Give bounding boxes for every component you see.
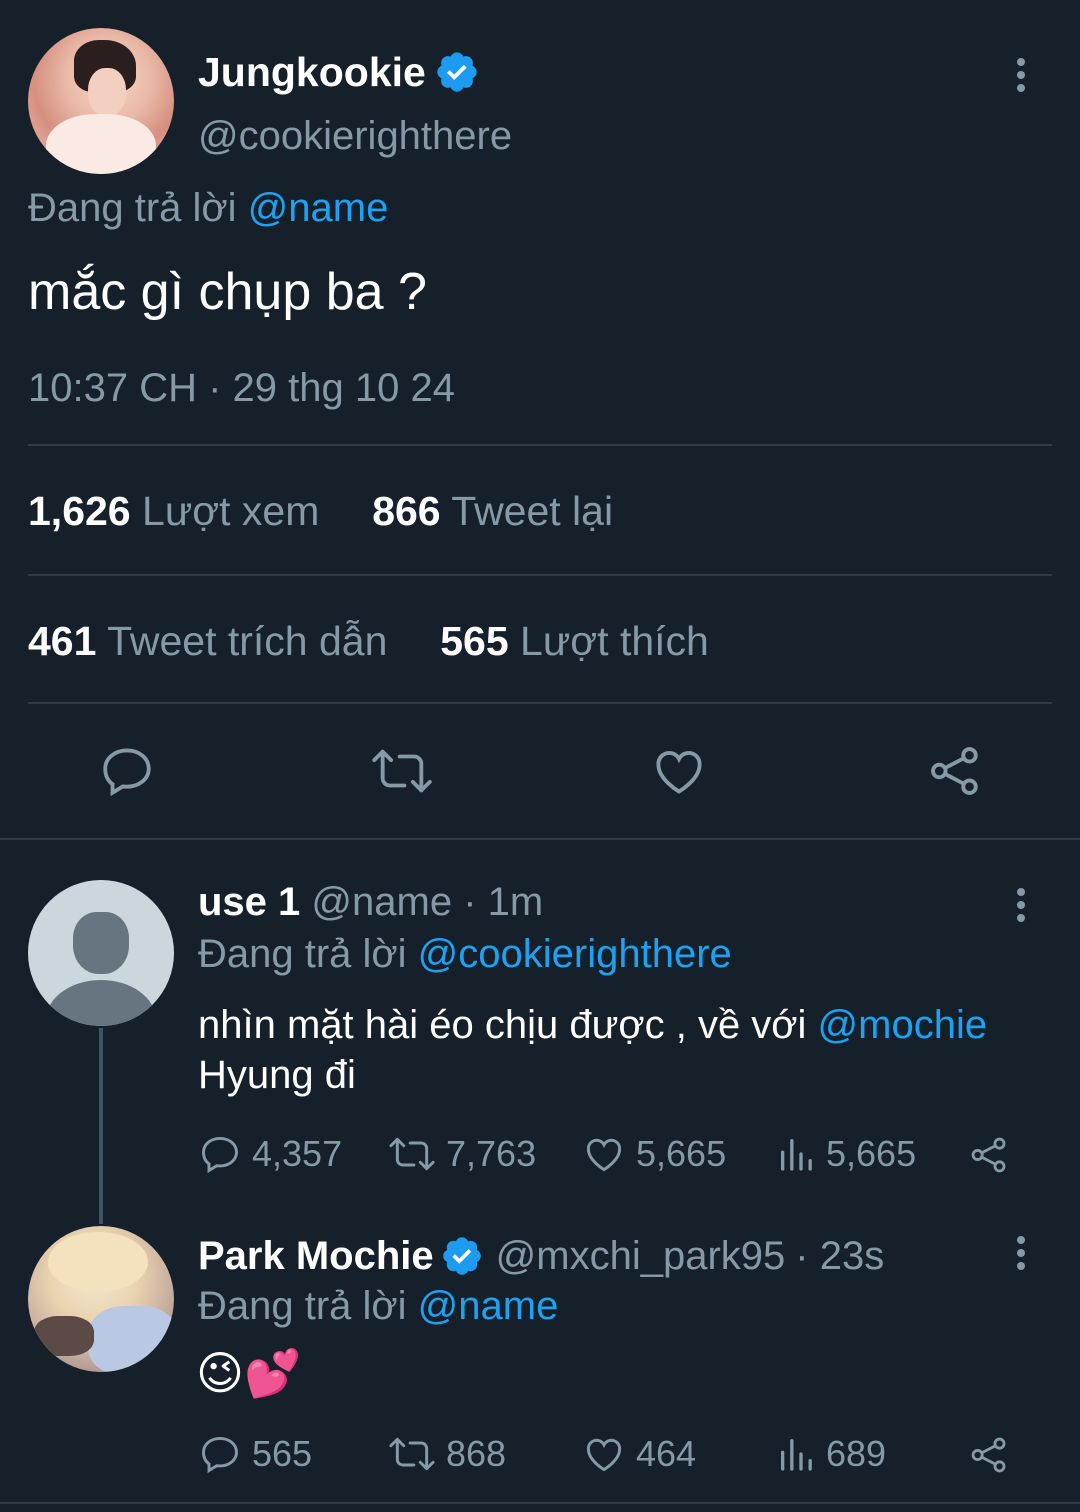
- reply-handle[interactable]: @name: [311, 880, 452, 924]
- share-icon[interactable]: [968, 1134, 1010, 1181]
- reply-display-name[interactable]: use 1: [198, 880, 300, 924]
- reply-icon: [202, 1136, 238, 1174]
- replying-mention-link[interactable]: @cookierighthere: [418, 932, 732, 976]
- divider: [28, 574, 1052, 576]
- author-header: Jungkookie: [198, 46, 480, 98]
- reply-text-emoji: 😉💕: [196, 1347, 302, 1399]
- retweet-count[interactable]: 7,763: [388, 1132, 536, 1176]
- retweet-count[interactable]: 868: [388, 1432, 506, 1476]
- analytics-icon: [781, 1439, 812, 1471]
- analytics-icon: [781, 1139, 812, 1171]
- thread-connector: [99, 1028, 103, 1224]
- reply-display-name[interactable]: Park Mochie: [198, 1234, 434, 1279]
- section-divider: [0, 838, 1080, 840]
- more-options-icon[interactable]: [1016, 58, 1026, 97]
- views-count[interactable]: 689: [776, 1432, 886, 1476]
- handle[interactable]: @cookierighthere: [198, 114, 512, 159]
- replying-prefix: Đang trả lời: [198, 1284, 407, 1328]
- reply-actions: 565 868 464 689: [198, 1432, 1028, 1482]
- views-count[interactable]: 5,665: [776, 1132, 916, 1176]
- replying-mention-link[interactable]: @name: [418, 1284, 559, 1328]
- divider: [28, 444, 1052, 446]
- reply-header: use 1 @name · 1m: [198, 880, 543, 925]
- verified-badge-icon: [434, 49, 480, 95]
- share-icon[interactable]: [968, 1434, 1010, 1481]
- tweet-timestamp[interactable]: 10:37 CH · 29 thg 10 24: [28, 366, 455, 411]
- retweet-icon: [389, 1437, 435, 1471]
- likes-stat[interactable]: 565 Lượt thích: [440, 618, 709, 664]
- reply-icon: [202, 1436, 238, 1474]
- reply-text-part: Hyung đi: [198, 1053, 356, 1097]
- mention-link[interactable]: @mochie: [818, 1003, 988, 1047]
- reply-handle[interactable]: @mxchi_park95: [496, 1234, 786, 1279]
- reply-actions: 4,357 7,763 5,665 5,665: [198, 1132, 1028, 1182]
- replying-prefix: Đang trả lời: [198, 932, 407, 976]
- retweets-stat[interactable]: 866 Tweet lại: [372, 488, 613, 534]
- like-icon: [586, 1138, 622, 1172]
- section-divider: [0, 1502, 1080, 1504]
- replying-to: Đang trả lời @name: [198, 1284, 558, 1329]
- quotes-stat[interactable]: 461 Tweet trích dẫn: [28, 618, 387, 664]
- reply-count[interactable]: 565: [198, 1432, 312, 1476]
- retweet-icon[interactable]: [370, 742, 434, 800]
- reply-time[interactable]: · 1m: [463, 880, 543, 924]
- replying-to: Đang trả lời @cookierighthere: [198, 932, 732, 977]
- replying-prefix: Đang trả lời: [28, 186, 237, 230]
- stats-row-quotes-likes: 461 Tweet trích dẫn 565 Lượt thích: [28, 618, 709, 665]
- retweet-icon: [389, 1137, 435, 1171]
- display-name[interactable]: Jungkookie: [198, 49, 426, 96]
- reply-text-part: nhìn mặt hài éo chịu được , về với: [198, 1003, 807, 1047]
- reply-icon[interactable]: [98, 742, 156, 800]
- like-icon[interactable]: [650, 742, 708, 800]
- stats-row-views-retweets: 1,626 Lượt xem 866 Tweet lại: [28, 488, 613, 535]
- tweet-text: mắc gì chụp ba ?: [28, 263, 427, 321]
- reply-count[interactable]: 4,357: [198, 1132, 342, 1176]
- like-icon: [586, 1438, 622, 1472]
- more-options-icon[interactable]: [1016, 888, 1026, 927]
- like-count[interactable]: 5,665: [582, 1132, 726, 1176]
- avatar[interactable]: [28, 1226, 174, 1372]
- reply-header: Park Mochie @mxchi_park95 · 23s: [198, 1230, 884, 1282]
- share-icon[interactable]: [926, 742, 984, 800]
- replying-to: Đang trả lời @name: [28, 186, 388, 231]
- default-avatar[interactable]: [28, 880, 174, 1026]
- more-options-icon[interactable]: [1016, 1236, 1026, 1275]
- views-stat[interactable]: 1,626 Lượt xem: [28, 488, 319, 534]
- replying-mention-link[interactable]: @name: [248, 186, 389, 230]
- like-count[interactable]: 464: [582, 1432, 696, 1476]
- reply-time[interactable]: · 23s: [795, 1234, 884, 1279]
- avatar[interactable]: [28, 28, 174, 174]
- divider: [28, 702, 1052, 704]
- reply-text: nhìn mặt hài éo chịu được , về với @moch…: [198, 1000, 1058, 1100]
- verified-badge-icon: [440, 1234, 484, 1278]
